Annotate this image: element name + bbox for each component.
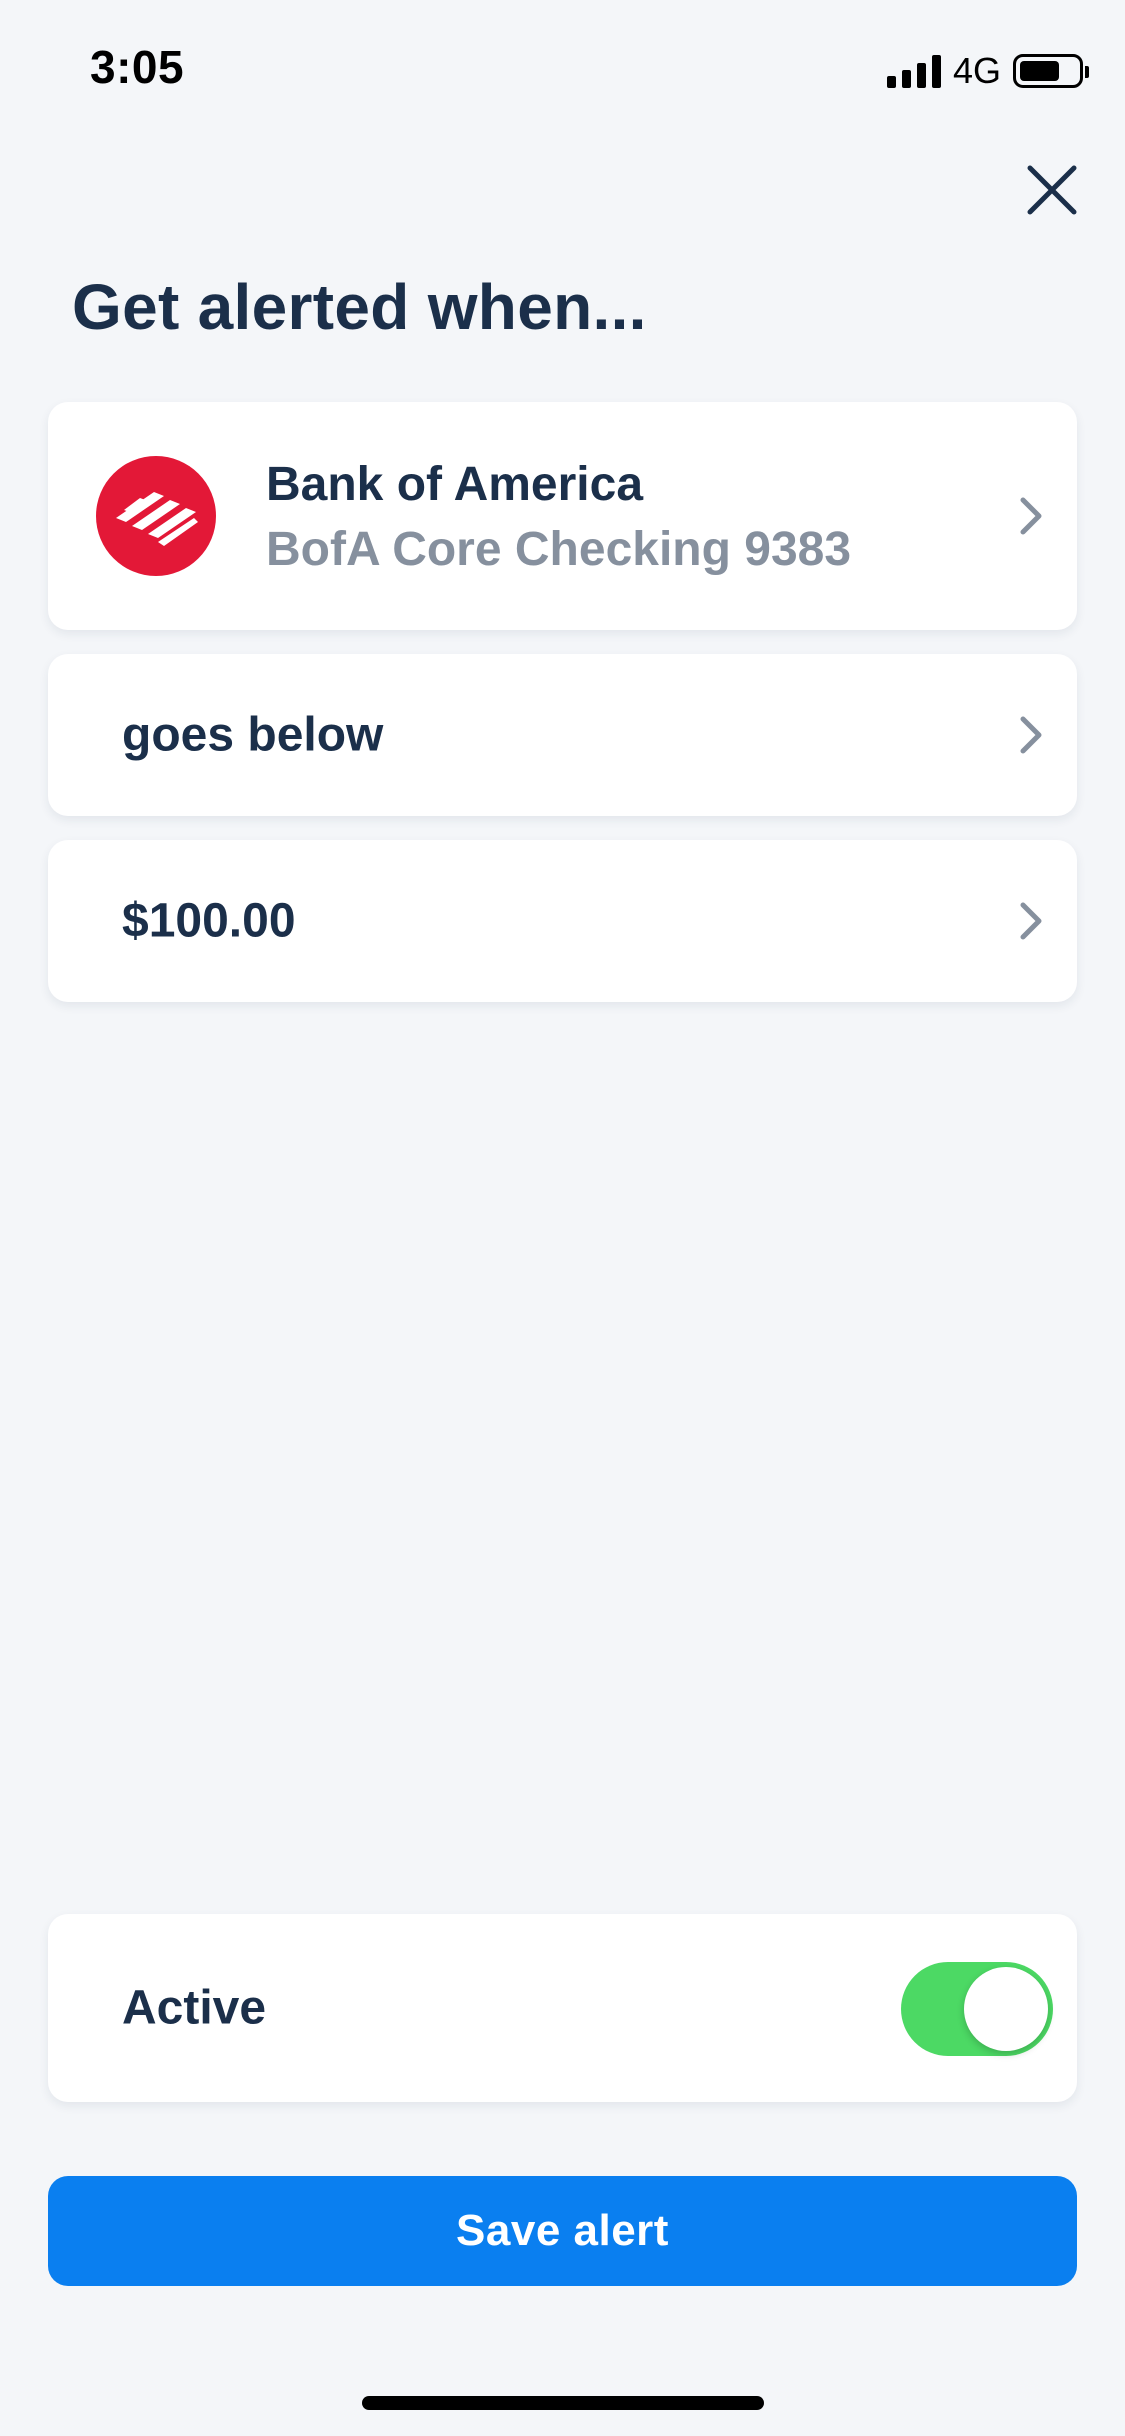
chevron-right-icon [1020,902,1042,940]
amount-label: $100.00 [122,894,296,948]
battery-fill [1020,61,1060,81]
condition-selector-row[interactable]: goes below [48,654,1077,816]
status-indicators: 4G [886,50,1089,92]
active-row: Active [48,1914,1077,2102]
chevron-right-icon [1020,497,1042,535]
bank-of-america-logo-icon [96,456,216,576]
toggle-knob [964,1967,1048,2051]
close-icon [1027,165,1077,215]
bank-name: Bank of America [266,458,644,511]
active-toggle[interactable] [901,1962,1053,2056]
account-name: BofA Core Checking 9383 [266,523,852,576]
status-time: 3:05 [90,41,185,93]
chevron-right-icon [1020,716,1042,754]
battery-icon [1013,54,1089,88]
account-selector-row[interactable]: Bank of America BofA Core Checking 9383 [48,402,1077,630]
network-type-label: 4G [952,50,1001,91]
status-bar: 3:05 4G [0,0,1125,132]
amount-selector-row[interactable]: $100.00 [48,840,1077,1002]
condition-label: goes below [122,708,384,762]
active-label: Active [122,1981,267,2035]
close-button[interactable] [1022,160,1082,220]
page-title: Get alerted when... [72,271,647,343]
home-indicator [362,2396,764,2410]
save-alert-button[interactable]: Save alert [48,2176,1077,2286]
cellular-signal-icon [886,54,941,88]
